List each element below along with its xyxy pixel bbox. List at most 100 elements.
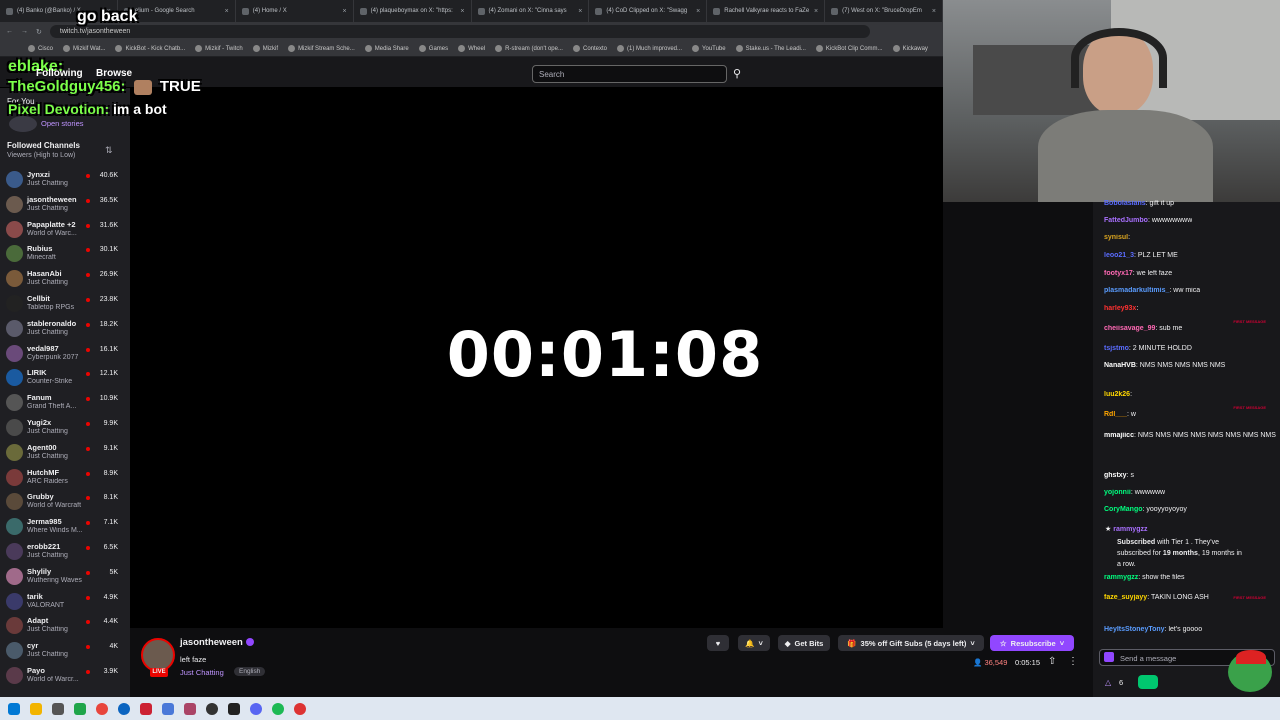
app-icon[interactable] <box>228 702 240 715</box>
sidebar-channel-item[interactable]: cyr Just Chatting 4K <box>0 639 130 663</box>
stories-avatar[interactable] <box>9 116 37 132</box>
bonus-points-button[interactable] <box>1138 675 1158 689</box>
app-icon[interactable] <box>140 702 152 715</box>
channel-name[interactable]: jasontheween <box>180 637 243 648</box>
browser-tab[interactable]: (4) Zomani on X: "Cinna says × <box>472 0 590 22</box>
sidebar-channel-item[interactable]: Agent00 Just Chatting 9.1K <box>0 441 130 465</box>
close-icon[interactable]: × <box>460 8 464 15</box>
chat-username[interactable]: leoo21_3 <box>1104 252 1134 259</box>
channel-points-icon[interactable]: △ <box>1105 678 1111 687</box>
bookmark-item[interactable]: KickBot Clip Comm... <box>815 45 883 52</box>
sidebar-channel-item[interactable]: jasontheween Just Chatting 36.5K <box>0 193 130 217</box>
bookmark-item[interactable]: Media Share <box>364 45 409 52</box>
browser-tab[interactable]: (4) CoD Clipped on X: "Swagg × <box>589 0 708 22</box>
chat-username[interactable]: HeyItsStoneyTony <box>1104 626 1165 633</box>
bookmark-item[interactable]: Mizkif <box>252 45 278 52</box>
bookmark-item[interactable]: KickBot - Kick Chatb... <box>115 45 185 52</box>
sidebar-channel-item[interactable]: Grubby World of Warcraft 8.1K <box>0 490 130 514</box>
bookmark-item[interactable]: Mizkif - Twitch <box>195 45 243 52</box>
language-tag[interactable]: English <box>234 667 266 676</box>
sidebar-channel-item[interactable]: Payo World of Warcr... 3.9K <box>0 664 130 688</box>
app-icon[interactable] <box>52 702 64 715</box>
chat-username[interactable]: mmajiicc <box>1104 432 1134 439</box>
sidebar-channel-item[interactable]: erobb221 Just Chatting 6.5K <box>0 540 130 564</box>
close-icon[interactable]: × <box>814 8 818 15</box>
notifications-button[interactable]: 🔔 ˅ <box>738 635 770 651</box>
chrome-icon[interactable] <box>96 702 108 715</box>
bookmark-item[interactable]: Contexto <box>572 45 607 52</box>
close-icon[interactable]: × <box>578 8 582 15</box>
bookmark-item[interactable]: (1) Much improved... <box>617 45 682 52</box>
chat-username[interactable]: synisul <box>1104 234 1128 241</box>
sidebar-channel-item[interactable]: Shylily Wuthering Waves 5K <box>0 565 130 589</box>
sidebar-channel-item[interactable]: Jerma985 Where Winds M... 7.1K <box>0 515 130 539</box>
chat-username[interactable]: footyx17 <box>1104 270 1133 277</box>
browser-tab[interactable]: (4) plaqueboymax on X: "https: × <box>354 0 472 22</box>
back-icon[interactable]: ← <box>6 28 13 35</box>
chat-username[interactable]: Rdl___ <box>1104 411 1127 418</box>
chat-username[interactable]: luu2k26 <box>1104 391 1130 398</box>
sidebar-channel-item[interactable]: tarik VALORANT 4.9K <box>0 590 130 614</box>
bookmark-item[interactable]: Mizkif Stream Sche... <box>288 45 355 52</box>
chat-username[interactable]: harley93x <box>1104 305 1136 312</box>
close-icon[interactable]: × <box>932 8 936 15</box>
bookmark-item[interactable]: Stake.us - The Leadi... <box>735 45 806 52</box>
close-icon[interactable]: × <box>343 8 347 15</box>
sidebar-channel-item[interactable]: vedal987 Cyberpunk 2077 16.1K <box>0 342 130 366</box>
chat-username[interactable]: ghstxy <box>1104 472 1127 479</box>
forward-icon[interactable]: → <box>21 28 28 35</box>
stream-category[interactable]: Just Chatting <box>180 668 224 677</box>
sidebar-channel-item[interactable]: LIRIK Counter-Strike 12.1K <box>0 366 130 390</box>
app-icon[interactable] <box>74 702 86 715</box>
bookmark-item[interactable]: Mizkif Wat... <box>63 45 105 52</box>
chat-username[interactable]: NanaHVB <box>1104 362 1136 369</box>
bookmark-item[interactable]: Games <box>418 45 448 52</box>
chat-username[interactable]: rammygzz <box>1104 574 1138 581</box>
get-bits-button[interactable]: ◆ Get Bits <box>778 635 830 651</box>
sort-icon[interactable]: ⇅ <box>105 145 113 156</box>
sidebar-channel-item[interactable]: stableronaldo Just Chatting 18.2K <box>0 317 130 341</box>
close-icon[interactable]: × <box>225 8 229 15</box>
search-icon[interactable]: ⚲ <box>729 65 745 83</box>
more-options-icon[interactable]: ⋮ <box>1068 656 1078 667</box>
app-icon[interactable] <box>162 702 174 715</box>
sidebar-channel-item[interactable]: HutchMF ARC Raiders 8.9K <box>0 466 130 490</box>
spotify-icon[interactable] <box>272 702 284 715</box>
share-icon[interactable]: ⇧ <box>1048 656 1056 667</box>
bookmark-item[interactable]: R-stream (don't ope... <box>495 45 563 52</box>
bookmark-item[interactable]: Cisco <box>28 45 53 52</box>
bookmark-item[interactable]: Wheel <box>458 45 485 52</box>
sidebar-channel-item[interactable]: Cellbit Tabletop RPGs 23.8K <box>0 292 130 316</box>
sidebar-channel-item[interactable]: Yugi2x Just Chatting 9.9K <box>0 416 130 440</box>
obs-icon[interactable] <box>206 702 218 715</box>
browser-tab[interactable]: (7) West on X: "BruceDropEm × <box>825 0 943 22</box>
sidebar-channel-item[interactable]: Fanum Grand Theft A... 10.9K <box>0 391 130 415</box>
browser-icon[interactable] <box>118 702 130 715</box>
app-icon[interactable] <box>184 702 196 715</box>
bookmark-item[interactable]: YouTube <box>692 45 726 52</box>
search-input[interactable]: Search <box>532 65 727 83</box>
chat-username[interactable]: plasmadarkultimis_ <box>1104 287 1169 294</box>
emote-picker-icon[interactable] <box>1104 652 1114 662</box>
sidebar-channel-item[interactable]: Rubius Minecraft 30.1K <box>0 242 130 266</box>
sidebar-channel-item[interactable]: Adapt Just Chatting 4.4K <box>0 614 130 638</box>
bookmark-item[interactable]: Kickaway <box>892 45 928 52</box>
start-icon[interactable] <box>8 702 20 715</box>
streamer-avatar[interactable] <box>141 638 175 672</box>
browser-tab[interactable]: (4) Home / X × <box>236 0 354 22</box>
chat-username[interactable]: cheiisavage_99 <box>1104 325 1155 332</box>
sidebar-channel-item[interactable]: Papaplatte +2 World of Warc... 31.6K <box>0 218 130 242</box>
open-stories-link[interactable]: Open stories <box>41 119 84 128</box>
url-field[interactable]: twitch.tv/jasontheween <box>49 25 870 38</box>
chat-username[interactable]: yojonnii <box>1104 489 1131 496</box>
sidebar-channel-item[interactable]: Jynxzi Just Chatting 40.6K <box>0 168 130 192</box>
follow-heart-button[interactable]: ♥ <box>707 635 729 651</box>
app-icon[interactable] <box>294 702 306 715</box>
chat-username[interactable]: faze_suyjayy <box>1104 594 1147 601</box>
close-icon[interactable]: × <box>696 8 700 15</box>
reload-icon[interactable]: ↻ <box>36 28 42 36</box>
discord-icon[interactable] <box>250 702 262 715</box>
sidebar-channel-item[interactable]: HasanAbi Just Chatting 26.9K <box>0 267 130 291</box>
resubscribe-button[interactable]: ☆ Resubscribe ˅ <box>990 635 1074 651</box>
browser-tab[interactable]: Rachell Valkyrae reacts to FaZe × <box>707 0 826 22</box>
